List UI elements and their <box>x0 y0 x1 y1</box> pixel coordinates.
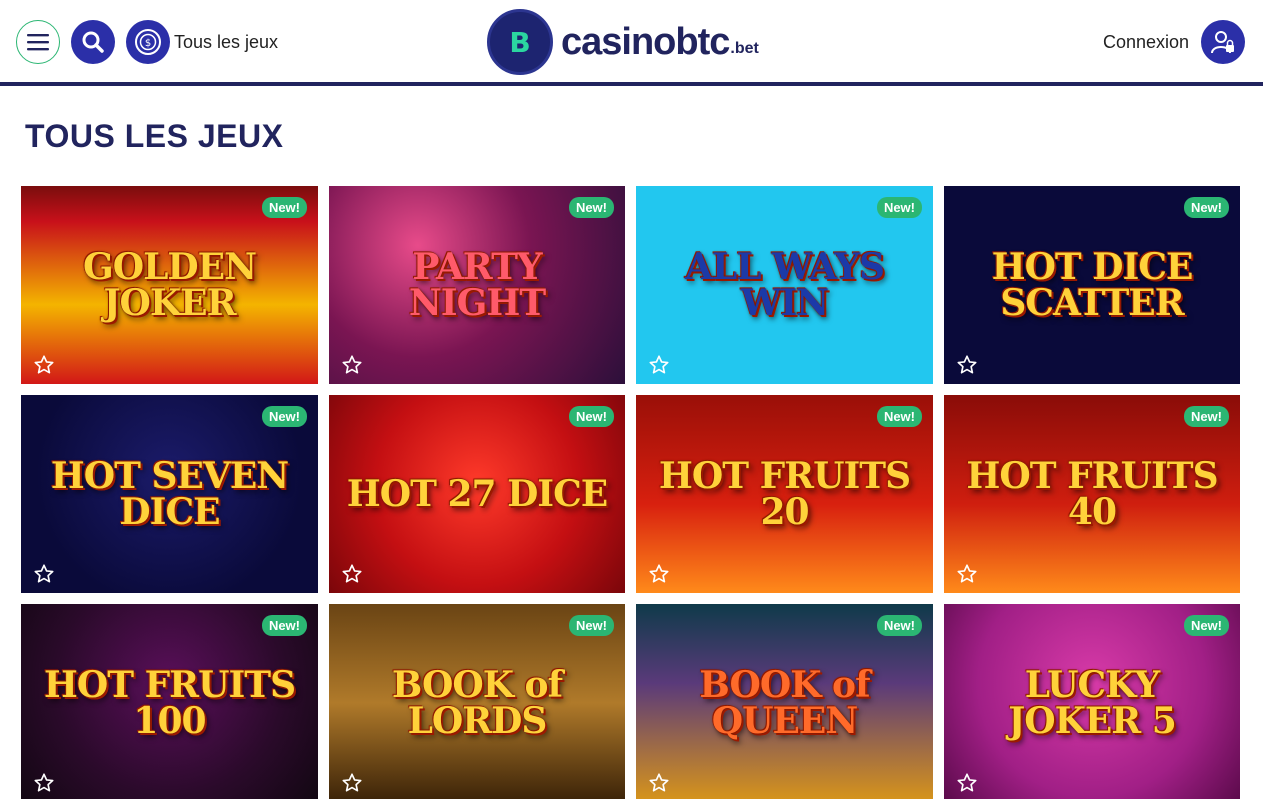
favorite-star-icon[interactable] <box>341 354 363 376</box>
game-title: LUCKY JOKER 5 <box>1008 664 1177 742</box>
new-badge: New! <box>1183 197 1229 218</box>
game-tile[interactable]: HOT DICE SCATTER New! <box>944 186 1240 384</box>
site-logo[interactable]: B casinobtc .bet <box>487 9 759 75</box>
game-title: HOT FRUITS 20 <box>658 455 911 533</box>
favorite-star-icon[interactable] <box>956 772 978 794</box>
search-icon <box>82 31 104 53</box>
new-badge: New! <box>876 615 922 636</box>
game-tile[interactable]: ALL WAYS WIN New! <box>636 186 933 384</box>
games-grid: GOLDEN JOKER New! PARTY NIGHT New! ALL WAYS … <box>21 186 1240 799</box>
game-title: GOLDEN JOKER <box>83 246 257 324</box>
game-title: BOOK of QUEEN <box>699 664 870 742</box>
favorite-star-icon[interactable] <box>33 772 55 794</box>
site-header: $ Tous les jeux B casinobtc .bet Connexi… <box>0 0 1263 86</box>
favorite-star-icon[interactable] <box>648 772 670 794</box>
game-title: HOT 27 DICE <box>346 473 608 515</box>
bitcoin-logo-icon: B <box>487 9 553 75</box>
logo-tld: .bet <box>730 40 759 57</box>
favorite-star-icon[interactable] <box>648 563 670 585</box>
svg-text:B: B <box>509 26 530 59</box>
game-tile[interactable]: HOT FRUITS 100 New! <box>21 604 318 799</box>
new-badge: New! <box>1183 615 1229 636</box>
game-title: BOOK of LORDS <box>391 664 563 742</box>
search-button[interactable] <box>71 20 115 64</box>
new-badge: New! <box>261 615 307 636</box>
favorite-star-icon[interactable] <box>341 772 363 794</box>
user-lock-icon <box>1211 31 1234 54</box>
favorite-star-icon[interactable] <box>33 354 55 376</box>
game-title: PARTY NIGHT <box>408 246 546 324</box>
login-link[interactable]: Connexion <box>1103 32 1189 53</box>
new-badge: New! <box>261 197 307 218</box>
new-badge: New! <box>261 406 307 427</box>
game-tile[interactable]: HOT FRUITS 40 New! <box>944 395 1240 593</box>
login-button[interactable] <box>1201 20 1245 64</box>
game-tile[interactable]: GOLDEN JOKER New! <box>21 186 318 384</box>
hamburger-icon <box>27 34 49 51</box>
page-title: TOUS LES JEUX <box>25 118 284 154</box>
favorite-star-icon[interactable] <box>341 563 363 585</box>
game-title: ALL WAYS WIN <box>684 246 885 324</box>
casino-chip-icon: $ <box>135 29 161 55</box>
new-badge: New! <box>876 197 922 218</box>
svg-text:$: $ <box>145 38 151 49</box>
game-title: HOT DICE SCATTER <box>991 246 1194 324</box>
game-tile[interactable]: PARTY NIGHT New! <box>329 186 625 384</box>
game-title: HOT FRUITS 100 <box>43 664 296 742</box>
menu-button[interactable] <box>16 20 60 64</box>
all-games-button[interactable]: $ <box>126 20 170 64</box>
game-tile[interactable]: HOT FRUITS 20 New! <box>636 395 933 593</box>
new-badge: New! <box>1183 406 1229 427</box>
favorite-star-icon[interactable] <box>956 354 978 376</box>
game-title: HOT FRUITS 40 <box>966 455 1218 533</box>
new-badge: New! <box>568 197 614 218</box>
game-tile[interactable]: HOT 27 DICE New! <box>329 395 625 593</box>
game-title: HOT SEVEN DICE <box>50 455 289 533</box>
all-games-link[interactable]: Tous les jeux <box>174 32 278 53</box>
new-badge: New! <box>568 406 614 427</box>
game-tile[interactable]: BOOK of QUEEN New! <box>636 604 933 799</box>
logo-text: casinobtc <box>561 20 730 63</box>
game-tile[interactable]: HOT SEVEN DICE New! <box>21 395 318 593</box>
new-badge: New! <box>876 406 922 427</box>
favorite-star-icon[interactable] <box>956 563 978 585</box>
game-tile[interactable]: BOOK of LORDS New! <box>329 604 625 799</box>
new-badge: New! <box>568 615 614 636</box>
favorite-star-icon[interactable] <box>648 354 670 376</box>
game-tile[interactable]: LUCKY JOKER 5 New! <box>944 604 1240 799</box>
favorite-star-icon[interactable] <box>33 563 55 585</box>
